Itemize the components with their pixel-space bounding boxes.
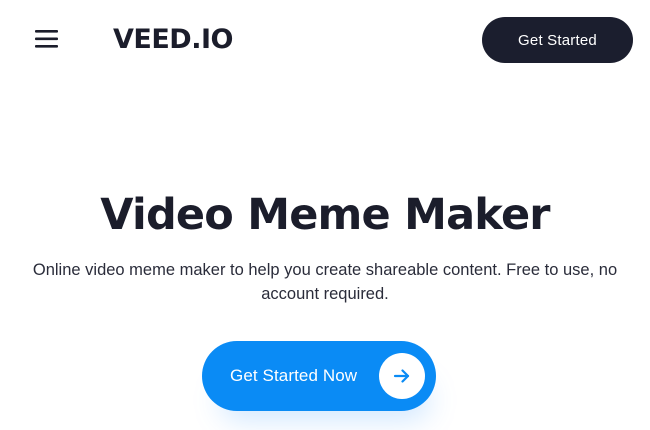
get-started-now-label: Get Started Now — [230, 366, 358, 385]
page-subtitle: Online video meme maker to help you crea… — [32, 261, 618, 303]
get-started-now-button[interactable]: Get Started Now — [202, 341, 436, 411]
menu-button[interactable] — [34, 26, 62, 52]
hamburger-menu-icon — [35, 30, 58, 48]
arrow-circle — [379, 353, 425, 399]
page-title: Video Meme Maker — [100, 190, 550, 240]
site-header: VEED.IO Get Started — [0, 0, 650, 80]
veed-logo[interactable]: VEED.IO — [113, 23, 233, 57]
arrow-right-icon — [393, 369, 410, 383]
get-started-button[interactable]: Get Started — [482, 17, 633, 63]
landing-page: VEED.IO Get Started Video Meme Maker Onl… — [0, 0, 650, 430]
